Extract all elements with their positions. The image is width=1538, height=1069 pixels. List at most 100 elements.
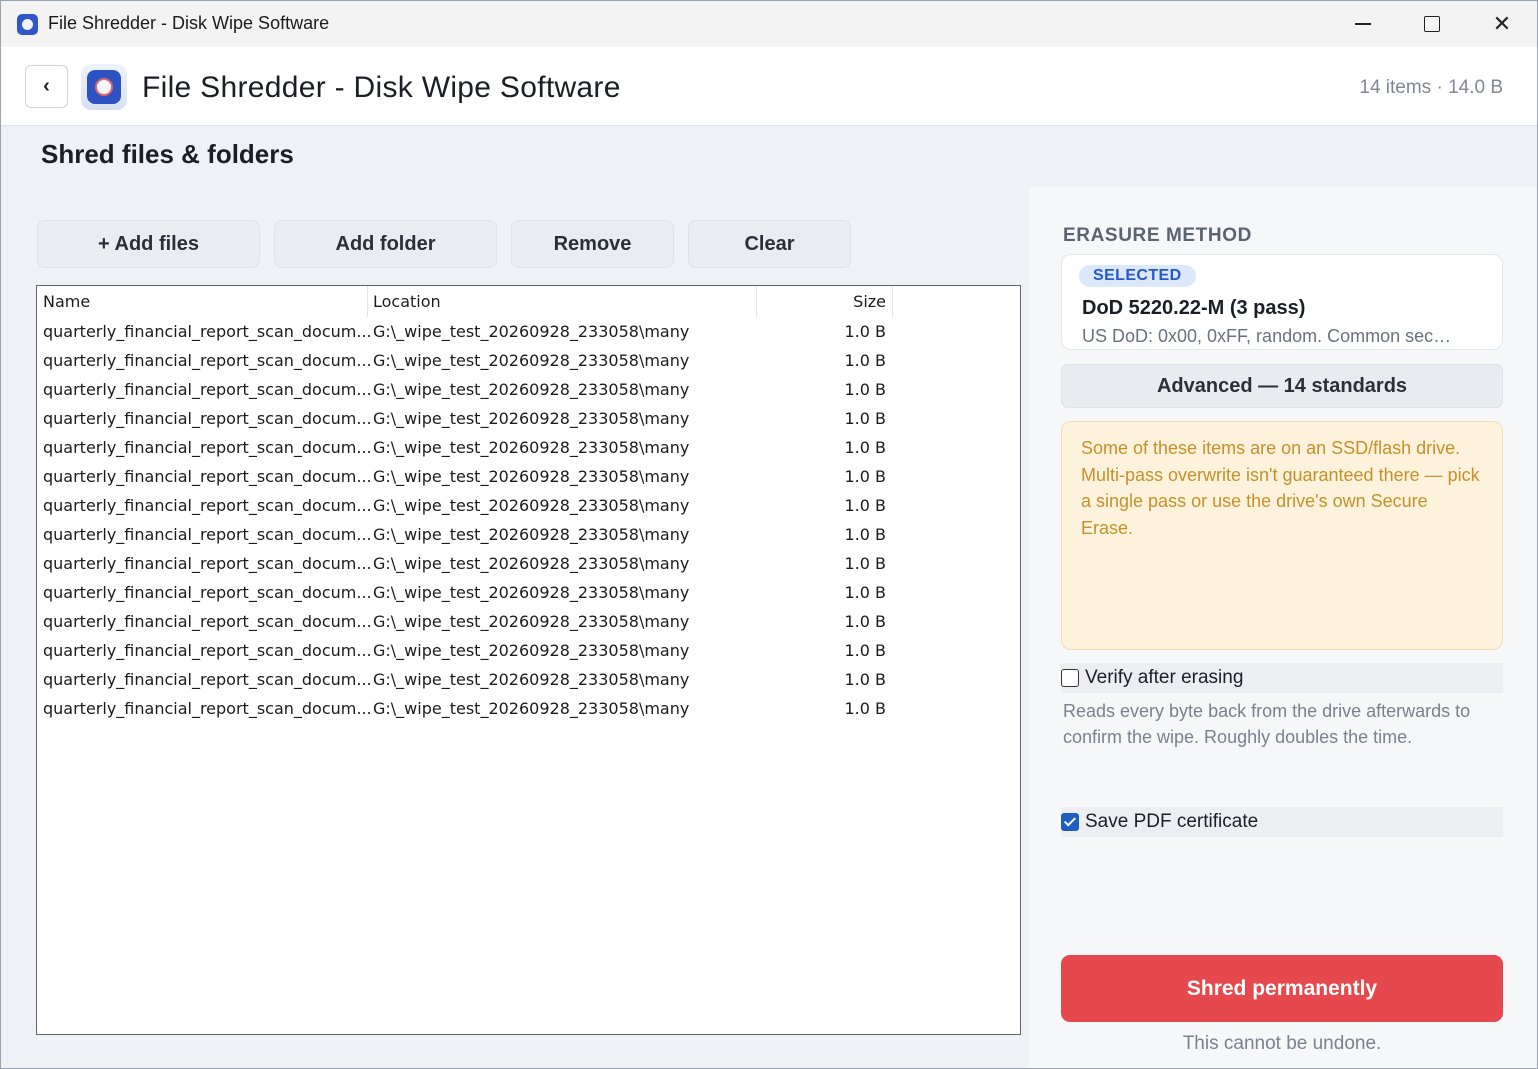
file-size-cell: 1.0 B (844, 525, 886, 544)
file-location-cell: G:\_wipe_test_20260928_233058\many (373, 496, 690, 515)
file-location-cell: G:\_wipe_test_20260928_233058\many (373, 409, 690, 428)
app-header: ‹ File Shredder - Disk Wipe Software 14 … (1, 47, 1537, 126)
table-row[interactable]: quarterly_financial_report_scan_docum...… (37, 666, 1020, 695)
title-bar: File Shredder - Disk Wipe Software ✕ (1, 1, 1537, 47)
column-header-name[interactable]: Name (43, 286, 90, 317)
file-location-cell: G:\_wipe_test_20260928_233058\many (373, 612, 690, 631)
file-size-cell: 1.0 B (844, 467, 886, 486)
file-name-cell: quarterly_financial_report_scan_docum... (43, 612, 372, 631)
close-icon: ✕ (1492, 11, 1512, 36)
file-location-cell: G:\_wipe_test_20260928_233058\many (373, 554, 690, 573)
column-divider[interactable] (892, 286, 893, 317)
column-header-size[interactable]: Size (757, 286, 886, 317)
minimize-icon (1355, 23, 1371, 25)
erasure-panel: ERASURE METHOD SELECTED DoD 5220.22-M (3… (1029, 187, 1537, 1068)
app-icon (17, 14, 38, 35)
table-row[interactable]: quarterly_financial_report_scan_docum...… (37, 434, 1020, 463)
file-size-cell: 1.0 B (844, 612, 886, 631)
table-row[interactable]: quarterly_financial_report_scan_docum...… (37, 463, 1020, 492)
file-size-cell: 1.0 B (844, 380, 886, 399)
minimize-button[interactable] (1328, 1, 1398, 47)
file-size-cell: 1.0 B (844, 438, 886, 457)
file-name-cell: quarterly_financial_report_scan_docum... (43, 438, 372, 457)
table-row[interactable]: quarterly_financial_report_scan_docum...… (37, 521, 1020, 550)
file-name-cell: quarterly_financial_report_scan_docum... (43, 554, 372, 573)
pdf-certificate-checkbox[interactable] (1061, 813, 1079, 831)
file-list[interactable]: Name Location Size quarterly_financial_r… (36, 285, 1021, 1035)
column-header-location[interactable]: Location (373, 286, 441, 317)
table-row[interactable]: quarterly_financial_report_scan_docum...… (37, 637, 1020, 666)
advanced-standards-button[interactable]: Advanced — 14 standards (1061, 364, 1503, 408)
add-folder-button[interactable]: Add folder (274, 220, 497, 268)
method-name: DoD 5220.22-M (3 pass) (1082, 297, 1306, 319)
erasure-method-card[interactable]: SELECTED DoD 5220.22-M (3 pass) US DoD: … (1061, 254, 1503, 350)
file-name-cell: quarterly_financial_report_scan_docum... (43, 699, 372, 718)
table-row[interactable]: quarterly_financial_report_scan_docum...… (37, 347, 1020, 376)
file-name-cell: quarterly_financial_report_scan_docum... (43, 641, 372, 660)
file-size-cell: 1.0 B (844, 322, 886, 341)
table-row[interactable]: quarterly_financial_report_scan_docum...… (37, 608, 1020, 637)
maximize-button[interactable] (1397, 1, 1467, 47)
ssd-warning: Some of these items are on an SSD/flash … (1061, 421, 1503, 650)
disk-shredder-icon (87, 70, 121, 104)
remove-button[interactable]: Remove (511, 220, 674, 268)
erasure-method-label: ERASURE METHOD (1063, 225, 1252, 246)
verify-description: Reads every byte back from the drive aft… (1063, 701, 1471, 747)
file-size-cell: 1.0 B (844, 554, 886, 573)
file-size-cell: 1.0 B (844, 699, 886, 718)
header-title: File Shredder - Disk Wipe Software (142, 71, 621, 104)
selected-badge: SELECTED (1079, 265, 1196, 287)
file-name-cell: quarterly_financial_report_scan_docum... (43, 525, 372, 544)
verify-after-erasing-option[interactable]: Verify after erasing (1061, 663, 1503, 693)
table-row[interactable]: quarterly_financial_report_scan_docum...… (37, 492, 1020, 521)
items-summary: 14 items · 14.0 B (1359, 77, 1503, 98)
file-name-cell: quarterly_financial_report_scan_docum... (43, 496, 372, 515)
file-location-cell: G:\_wipe_test_20260928_233058\many (373, 583, 690, 602)
app-logo (81, 64, 127, 110)
file-location-cell: G:\_wipe_test_20260928_233058\many (373, 641, 690, 660)
app-window: File Shredder - Disk Wipe Software ✕ ‹ F… (0, 0, 1538, 1069)
file-name-cell: quarterly_financial_report_scan_docum... (43, 380, 372, 399)
file-location-cell: G:\_wipe_test_20260928_233058\many (373, 670, 690, 689)
pdf-certificate-label: Save PDF certificate (1085, 811, 1259, 832)
file-size-cell: 1.0 B (844, 670, 886, 689)
file-list-rows: quarterly_financial_report_scan_docum...… (37, 318, 1020, 724)
method-description: US DoD: 0x00, 0xFF, random. Common sec… (1082, 326, 1452, 346)
file-name-cell: quarterly_financial_report_scan_docum... (43, 583, 372, 602)
table-row[interactable]: quarterly_financial_report_scan_docum...… (37, 550, 1020, 579)
table-row[interactable]: quarterly_financial_report_scan_docum...… (37, 376, 1020, 405)
file-list-header: Name Location Size (37, 286, 1020, 318)
file-size-cell: 1.0 B (844, 641, 886, 660)
file-name-cell: quarterly_financial_report_scan_docum... (43, 670, 372, 689)
table-row[interactable]: quarterly_financial_report_scan_docum...… (37, 318, 1020, 347)
file-location-cell: G:\_wipe_test_20260928_233058\many (373, 699, 690, 718)
file-location-cell: G:\_wipe_test_20260928_233058\many (373, 380, 690, 399)
table-row[interactable]: quarterly_financial_report_scan_docum...… (37, 405, 1020, 434)
clear-button[interactable]: Clear (688, 220, 851, 268)
close-button[interactable]: ✕ (1467, 1, 1537, 47)
column-divider[interactable] (367, 286, 368, 317)
file-name-cell: quarterly_financial_report_scan_docum... (43, 409, 372, 428)
file-size-cell: 1.0 B (844, 409, 886, 428)
chevron-left-icon: ‹ (43, 75, 50, 97)
maximize-icon (1424, 16, 1440, 32)
file-size-cell: 1.0 B (844, 496, 886, 515)
undo-warning: This cannot be undone. (1182, 1033, 1382, 1054)
file-size-cell: 1.0 B (844, 583, 886, 602)
file-name-cell: quarterly_financial_report_scan_docum... (43, 322, 372, 341)
verify-checkbox[interactable] (1061, 669, 1079, 687)
table-row[interactable]: quarterly_financial_report_scan_docum...… (37, 695, 1020, 724)
window-title: File Shredder - Disk Wipe Software (48, 13, 330, 33)
file-size-cell: 1.0 B (844, 351, 886, 370)
add-files-button[interactable]: + Add files (37, 220, 260, 268)
shred-permanently-button[interactable]: Shred permanently (1061, 955, 1503, 1022)
file-location-cell: G:\_wipe_test_20260928_233058\many (373, 525, 690, 544)
file-location-cell: G:\_wipe_test_20260928_233058\many (373, 438, 690, 457)
save-pdf-certificate-option[interactable]: Save PDF certificate (1061, 807, 1503, 837)
back-button[interactable]: ‹ (25, 65, 68, 108)
file-name-cell: quarterly_financial_report_scan_docum... (43, 467, 372, 486)
file-location-cell: G:\_wipe_test_20260928_233058\many (373, 467, 690, 486)
file-location-cell: G:\_wipe_test_20260928_233058\many (373, 351, 690, 370)
file-name-cell: quarterly_financial_report_scan_docum... (43, 351, 372, 370)
table-row[interactable]: quarterly_financial_report_scan_docum...… (37, 579, 1020, 608)
